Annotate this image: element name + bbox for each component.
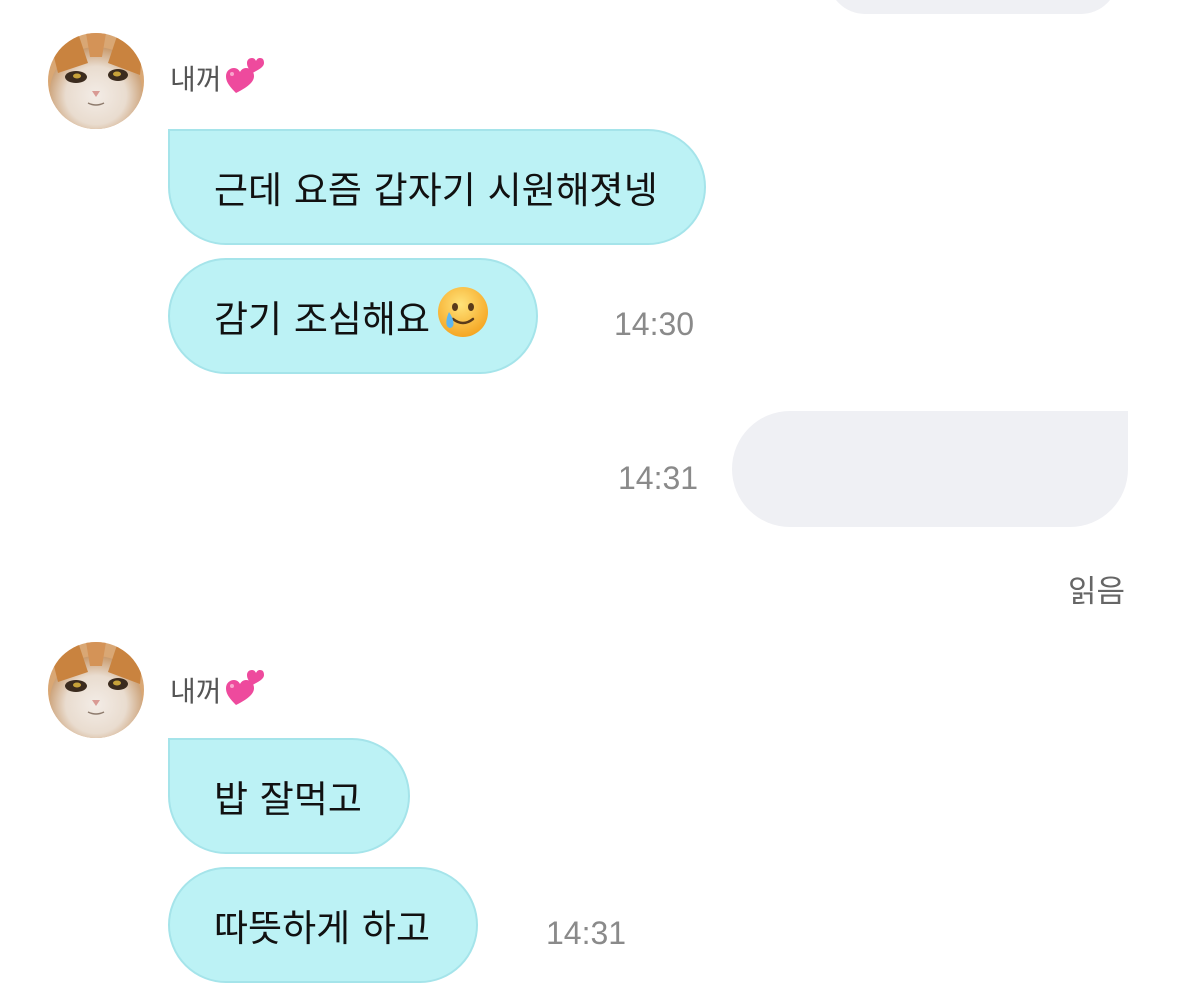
- heart-icon: [224, 55, 264, 102]
- message-text: 밥 잘먹고: [214, 778, 362, 821]
- message-text: 감기 조심해요: [214, 298, 431, 341]
- message-text: 따뜻하게 하고: [214, 907, 431, 950]
- sender-name: 내꺼: [170, 57, 264, 98]
- message-bubble[interactable]: 감기 조심해요: [168, 258, 539, 374]
- message-bubble[interactable]: 밥 잘먹고: [168, 738, 410, 854]
- smiling-face-with-tear-icon: [436, 285, 490, 348]
- message-bubble[interactable]: 따뜻하게 하고: [168, 867, 479, 983]
- outgoing-message-bubble[interactable]: [732, 411, 1128, 527]
- sender-avatar[interactable]: [48, 642, 144, 738]
- message-text: 근데 요즘 갑자기 시원해졋넹: [214, 169, 658, 212]
- sender-avatar[interactable]: [48, 33, 144, 129]
- sender-name: 내꺼: [170, 669, 264, 710]
- heart-icon: [224, 667, 264, 714]
- cat-avatar-icon: [48, 642, 144, 738]
- message-timestamp: 14:30: [614, 306, 695, 342]
- message-timestamp: 14:31: [546, 915, 627, 951]
- sender-name-text: 내꺼: [170, 675, 222, 708]
- message-bubble[interactable]: 근데 요즘 갑자기 시원해졋넹: [168, 129, 706, 245]
- sender-name-text: 내꺼: [170, 63, 222, 96]
- read-receipt: 읽음: [1068, 574, 1126, 610]
- previous-outgoing-bubble[interactable]: [828, 0, 1118, 14]
- message-timestamp: 14:31: [618, 460, 699, 496]
- cat-avatar-icon: [48, 33, 144, 129]
